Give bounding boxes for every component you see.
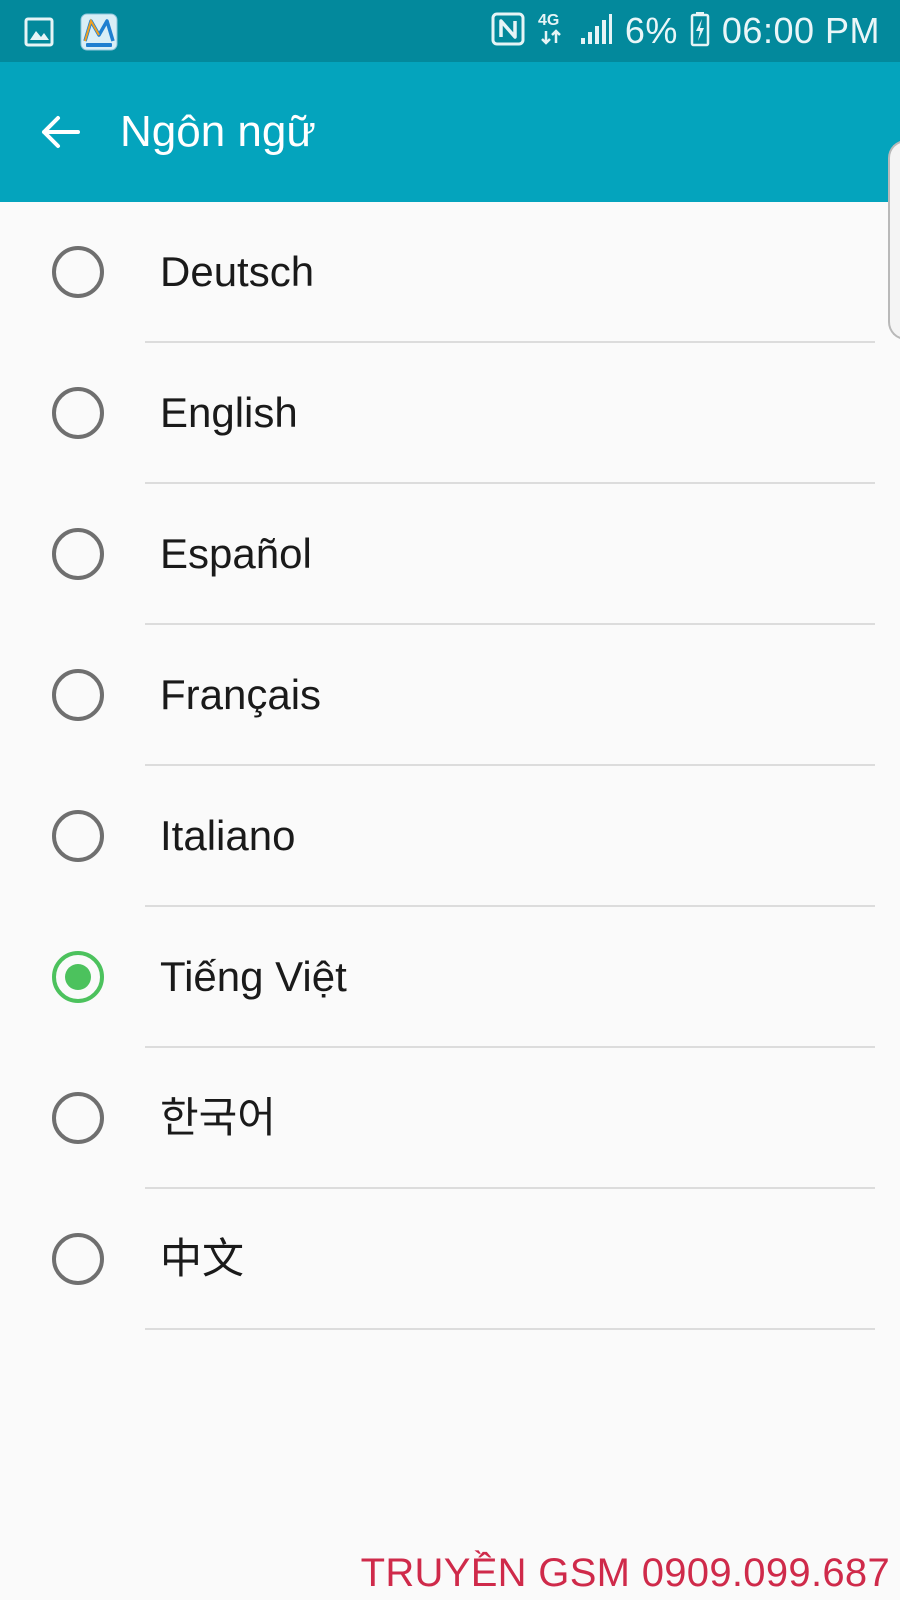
app-bar: Ngôn ngữ [0,62,900,202]
language-label: 한국어 [160,1094,276,1141]
watermark-text: TRUYỀN GSM 0909.099.687 [360,1551,890,1595]
language-label: Italiano [160,812,296,859]
language-label: Español [160,530,312,577]
radio-button[interactable] [52,1092,104,1144]
arrow-left-icon [42,116,80,148]
language-item-korean[interactable]: 한국어 [0,1048,900,1189]
language-item-espanol[interactable]: Español [0,484,900,625]
status-bar-indicators: 4G 6% 06:00 PM [491,0,880,62]
radio-selected-dot [65,964,91,990]
language-label: English [160,389,298,436]
radio-button[interactable] [52,246,104,298]
language-item-francais[interactable]: Français [0,625,900,766]
language-label: Français [160,671,322,718]
language-label: Deutsch [160,248,315,295]
app-notification-icon [80,13,118,51]
language-item-deutsch[interactable]: Deutsch [0,202,900,343]
nfc-icon [491,12,525,51]
radio-button[interactable] [52,387,104,439]
language-item-english[interactable]: English [0,343,900,484]
language-item-chinese[interactable]: 中文 [0,1189,900,1330]
gallery-notification-icon [24,17,54,47]
battery-charging-icon [690,11,710,52]
divider [145,1328,875,1330]
language-item-italiano[interactable]: Italiano [0,766,900,907]
signal-icon [579,12,613,51]
language-label: 中文 [160,1235,245,1282]
back-button[interactable] [30,102,90,162]
network-type-label: 4G [538,12,559,29]
radio-button-selected[interactable] [52,951,104,1003]
language-list: Deutsch English Español Français Italian… [0,202,900,1330]
clock: 06:00 PM [721,10,880,51]
status-bar: 4G 6% 06:00 PM [0,0,900,62]
radio-button[interactable] [52,810,104,862]
status-bar-notifications [24,13,118,51]
4g-data-icon: 4G [537,9,567,54]
radio-button[interactable] [52,528,104,580]
battery-percent: 6% [624,10,678,51]
language-label: Tiếng Việt [160,953,347,1000]
radio-button[interactable] [52,669,104,721]
radio-button[interactable] [52,1233,104,1285]
language-item-tieng-viet[interactable]: Tiếng Việt [0,907,900,1048]
page-title: Ngôn ngữ [120,107,316,156]
language-settings-screen: 4G 6% 06:00 PM Ngôn ngữ Deutsch English … [0,0,900,1600]
